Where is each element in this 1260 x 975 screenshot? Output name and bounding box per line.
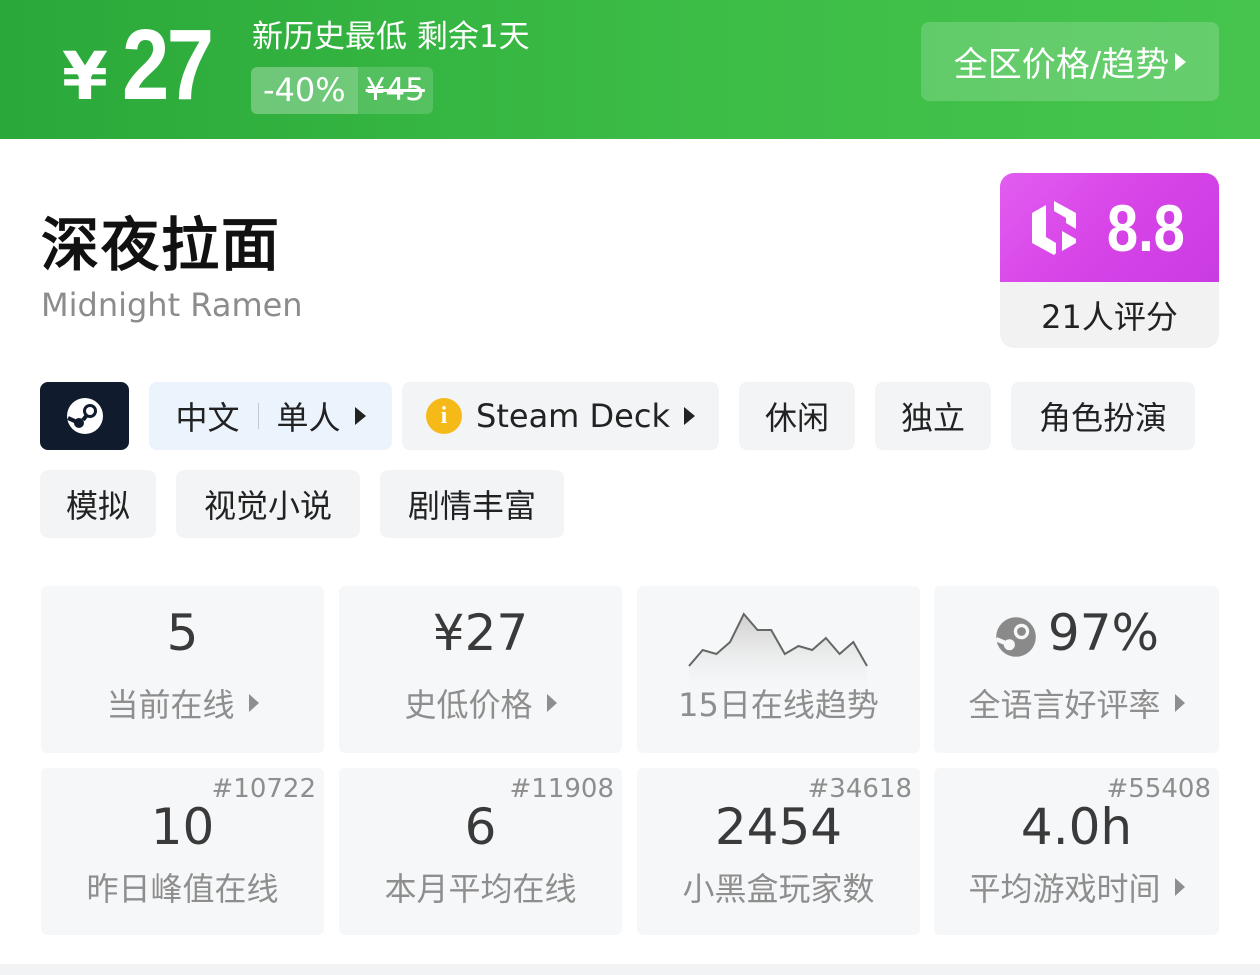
chevron-right-icon bbox=[248, 694, 259, 712]
lowest-price-label: 史低价格 bbox=[339, 680, 622, 726]
heybox-logo-icon bbox=[1031, 200, 1076, 255]
avg-playtime-text: 平均游戏时间 bbox=[968, 870, 1161, 908]
original-price: ¥45 bbox=[357, 67, 433, 114]
avg-playtime-card[interactable]: #55408 4.0h 平均游戏时间 bbox=[934, 768, 1219, 935]
score-card[interactable]: 8.8 21人评分 bbox=[1000, 173, 1219, 348]
players-label: 小黑盒玩家数 bbox=[682, 870, 875, 908]
lowest-price-text: 史低价格 bbox=[404, 686, 533, 724]
price-banner: ¥ 27 新历史最低 剩余1天 -40% ¥45 全区价格/趋势 bbox=[0, 0, 1260, 139]
genre-tag[interactable]: 模拟 bbox=[40, 470, 156, 538]
genre-tag[interactable]: 视觉小说 bbox=[176, 470, 360, 538]
genre-tag[interactable]: 剧情丰富 bbox=[380, 470, 564, 538]
steam-platform-tag[interactable] bbox=[40, 382, 129, 450]
players-value: 2454 bbox=[714, 798, 843, 856]
avg-playtime-value: 4.0h bbox=[1020, 798, 1133, 856]
steam-deck-label: Steam Deck bbox=[476, 397, 670, 435]
score-header: 8.8 bbox=[1000, 173, 1219, 282]
online-trend-label: 15日在线趋势 bbox=[678, 686, 879, 724]
peak-yesterday-card: #10722 10 昨日峰值在线 bbox=[41, 768, 324, 935]
players-card: #34618 2454 小黑盒玩家数 bbox=[637, 768, 920, 935]
online-trend-card[interactable]: 15日在线趋势 bbox=[637, 586, 920, 753]
language-mode-tag[interactable]: 中文 单人 bbox=[149, 382, 392, 450]
region-price-label: 全区价格/趋势 bbox=[953, 45, 1170, 85]
review-rate-card[interactable]: 97% 全语言好评率 bbox=[934, 586, 1219, 753]
chevron-right-icon bbox=[1174, 878, 1185, 896]
chevron-right-icon bbox=[546, 694, 557, 712]
review-rate-text: 97% bbox=[1047, 604, 1160, 662]
steam-logo-icon bbox=[66, 398, 103, 434]
current-online-value: 5 bbox=[166, 604, 199, 662]
peak-yesterday-label: 昨日峰值在线 bbox=[86, 870, 279, 908]
steam-deck-tag[interactable]: i Steam Deck bbox=[402, 382, 719, 450]
price-currency: ¥ bbox=[62, 38, 108, 115]
peak-yesterday-value: 10 bbox=[150, 798, 215, 856]
deal-text: 新历史最低 剩余1天 bbox=[252, 19, 530, 55]
current-online-label: 当前在线 bbox=[41, 680, 324, 726]
current-online-card[interactable]: 5 当前在线 bbox=[41, 586, 324, 753]
discount-percent: -40% bbox=[251, 67, 358, 114]
score-raters: 21人评分 bbox=[1041, 298, 1178, 336]
discount-row: -40% ¥45 bbox=[251, 67, 433, 114]
chevron-right-icon bbox=[1175, 52, 1187, 71]
price-value: 27 bbox=[121, 9, 214, 121]
region-price-button[interactable]: 全区价格/趋势 bbox=[921, 22, 1219, 101]
chevron-right-icon bbox=[683, 407, 695, 425]
chevron-right-icon bbox=[1174, 694, 1185, 712]
language-label: 中文 bbox=[175, 399, 240, 437]
game-title: 深夜拉面 bbox=[41, 211, 282, 279]
avg-playtime-label: 平均游戏时间 bbox=[934, 864, 1219, 910]
current-price: ¥ 27 bbox=[62, 8, 227, 123]
review-rate-label-text: 全语言好评率 bbox=[968, 686, 1161, 724]
genre-tag[interactable]: 休闲 bbox=[739, 382, 855, 450]
review-rate-value: 97% bbox=[934, 604, 1219, 662]
genre-tag[interactable]: 独立 bbox=[875, 382, 991, 450]
tag-divider bbox=[257, 403, 259, 429]
month-avg-label: 本月平均在线 bbox=[384, 870, 577, 908]
steam-review-icon bbox=[995, 616, 1036, 657]
lowest-price-value: ¥27 bbox=[432, 604, 529, 662]
score-value: 8.8 bbox=[1106, 190, 1185, 265]
review-rate-label: 全语言好评率 bbox=[934, 680, 1219, 726]
game-subtitle: Midnight Ramen bbox=[41, 286, 303, 324]
current-online-text: 当前在线 bbox=[106, 686, 235, 724]
lowest-price-card[interactable]: ¥27 史低价格 bbox=[339, 586, 622, 753]
chevron-right-icon bbox=[354, 407, 366, 425]
info-icon: i bbox=[426, 398, 463, 434]
genre-tag[interactable]: 角色扮演 bbox=[1011, 382, 1195, 450]
month-avg-card: #11908 6 本月平均在线 bbox=[339, 768, 622, 935]
month-avg-value: 6 bbox=[464, 798, 497, 856]
bottom-divider bbox=[0, 964, 1260, 975]
mode-label: 单人 bbox=[276, 399, 341, 437]
